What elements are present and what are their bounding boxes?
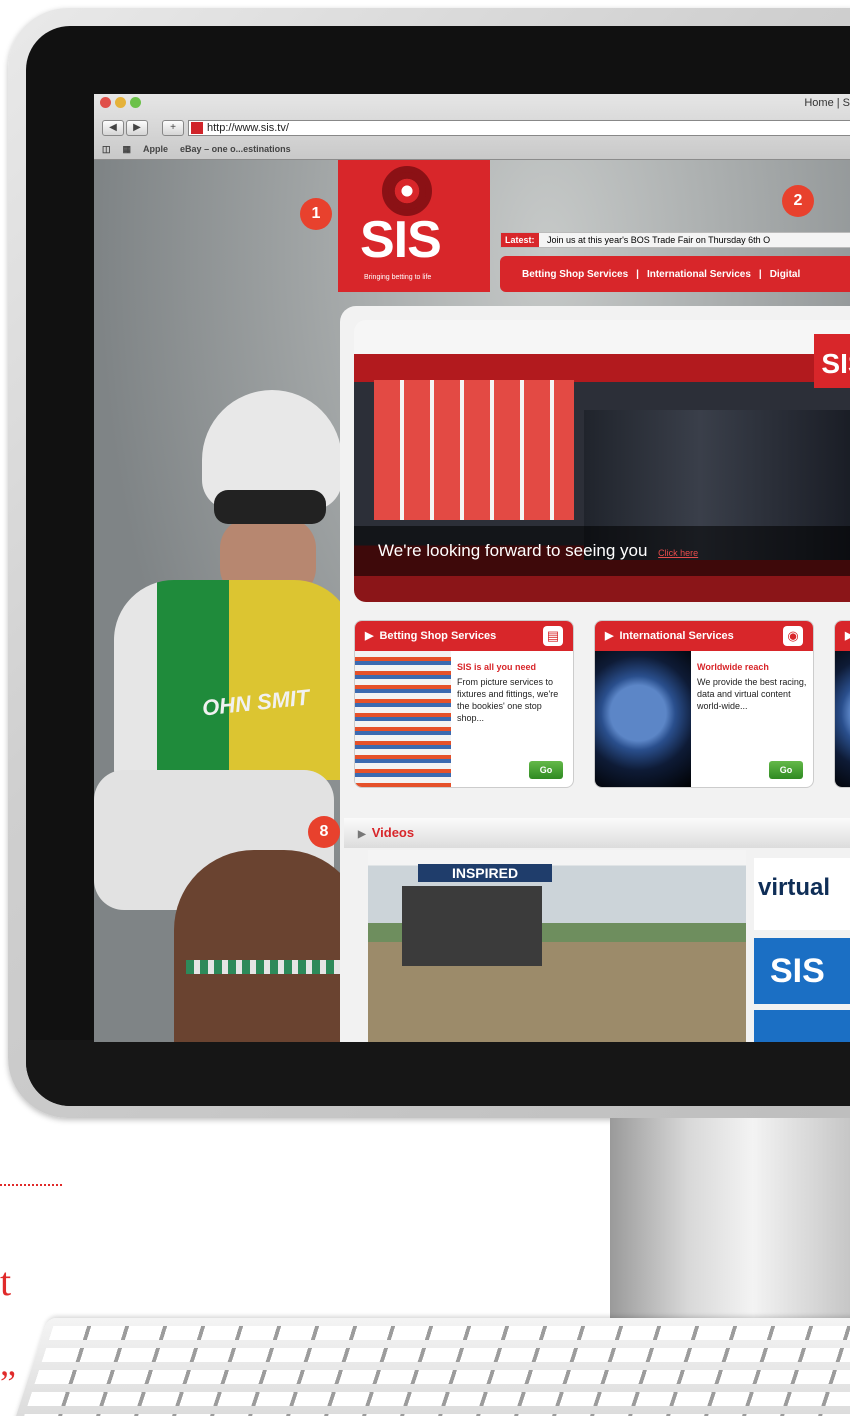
keyboard <box>12 1318 850 1416</box>
card-heading[interactable]: ▶ International Services <box>595 621 813 651</box>
card-text: SIS is all you need From picture service… <box>457 661 569 724</box>
card-image <box>835 651 850 787</box>
document-icon: ▤ <box>543 626 563 646</box>
card-title: Worldwide reach <box>697 662 769 672</box>
video-thumbnail[interactable] <box>754 1010 850 1042</box>
keyboard-keys <box>22 1326 850 1416</box>
monitor-stand <box>610 1118 850 1328</box>
favicon-icon <box>191 122 203 134</box>
nav-international-services[interactable]: International Services <box>639 269 759 280</box>
card-body: We provide the best racing, data and vir… <box>697 677 807 711</box>
card-title: SIS is all you need <box>457 662 537 672</box>
add-bookmark-icon[interactable]: + <box>162 120 184 136</box>
go-button[interactable]: Go <box>529 761 563 779</box>
jockey-goggles <box>214 490 326 524</box>
latest-label: Latest: <box>501 233 539 247</box>
logo-text: SIS <box>360 211 442 269</box>
arrow-right-icon: ▶ <box>365 630 374 642</box>
callout-marker-2: 2 <box>782 185 814 217</box>
hero-caption-text: We're looking forward to seeing you <box>378 541 648 560</box>
browser-chrome: Home | S ◀ ▶ + http://www.sis.tv/ ◫ ▦ Ap… <box>94 94 850 160</box>
close-window-button[interactable] <box>100 97 111 108</box>
back-icon[interactable]: ◀ <box>102 120 124 136</box>
monitor-screen: Home | S ◀ ▶ + http://www.sis.tv/ ◫ ▦ Ap… <box>94 94 850 1042</box>
card-international-services: ▶ International Services ◉ Worldwide reac… <box>594 620 814 788</box>
card-heading-text: Betting Shop Services <box>379 630 497 642</box>
url-text: http://www.sis.tv/ <box>207 122 289 134</box>
card-text: Worldwide reach We provide the best raci… <box>697 661 809 712</box>
window-controls <box>100 97 141 108</box>
logo-tagline: Bringing betting to life <box>364 274 432 281</box>
card-heading-text: International Services <box>619 630 734 642</box>
site-logo[interactable]: SIS Bringing betting to life <box>338 160 490 292</box>
main-navigation: Betting Shop Services | International Se… <box>500 256 850 292</box>
forward-icon[interactable]: ▶ <box>126 120 148 136</box>
callout-marker-1: 1 <box>300 198 332 230</box>
horse-bridle <box>186 960 356 974</box>
bookmark-ebay[interactable]: eBay – one o...estinations <box>180 144 291 155</box>
earth-image <box>595 651 691 787</box>
nav-digital[interactable]: Digital <box>762 269 809 280</box>
jockey-silks <box>114 580 354 780</box>
history-buttons: ◀ ▶ <box>102 120 148 136</box>
card-betting-shop-services: ▶ Betting Shop Services ▤ SIS is all you … <box>354 620 574 788</box>
globe-icon: ◉ <box>783 626 803 646</box>
video-banner: INSPIRED <box>418 864 552 882</box>
bookmarks-bar: ◫ ▦ Apple eBay – one o...estinations <box>102 144 291 155</box>
card-body: From picture services to fixtures and fi… <box>457 677 559 723</box>
page-fragment-quote: ” <box>0 1363 16 1403</box>
videos-header[interactable]: ▶ Videos <box>344 818 850 848</box>
stage: t ” Home | S ◀ ▶ + http://www.sis.tv/ ◫ … <box>0 0 850 1416</box>
minimize-window-button[interactable] <box>115 97 126 108</box>
video-player[interactable]: INSPIRED <box>368 850 746 1042</box>
dotted-rule <box>0 1184 62 1186</box>
callout-marker-8: 8 <box>308 816 340 848</box>
bookmark-apple[interactable]: Apple <box>143 144 168 155</box>
go-button[interactable]: Go <box>769 761 803 779</box>
horse-head <box>174 850 364 1042</box>
arrow-right-icon: ▶ <box>845 630 850 642</box>
hero-click-here-link[interactable]: Click here <box>658 548 698 558</box>
nav-betting-shop-services[interactable]: Betting Shop Services <box>514 269 636 280</box>
card-heading[interactable]: ▶ Betting Shop Services <box>355 621 573 651</box>
card-heading[interactable]: ▶ <box>835 621 850 651</box>
zoom-window-button[interactable] <box>130 97 141 108</box>
hero-caption: We're looking forward to seeing you Clic… <box>354 526 850 576</box>
latest-news-ticker[interactable]: Latest: Join us at this year's BOS Trade… <box>500 232 850 248</box>
starting-gates <box>402 886 542 966</box>
hero-logo: SIS <box>814 334 850 388</box>
arrow-right-icon: ▶ <box>605 630 614 642</box>
monitor-chin <box>26 1040 850 1106</box>
video-thumbnail-virtual[interactable]: virtual <box>754 858 850 930</box>
hero-display-screens <box>374 380 574 520</box>
top-sites-icon[interactable]: ▦ <box>123 144 132 155</box>
logo-swirl-icon <box>382 166 432 216</box>
jockey-background-image: OHN SMIT <box>94 390 364 1042</box>
card-third-partial: ▶ <box>834 620 850 788</box>
reading-list-icon[interactable]: ◫ <box>102 144 111 155</box>
video-thumbnail-sis[interactable]: SIS <box>754 938 850 1004</box>
betting-screens-image <box>355 651 451 787</box>
page-fragment-t: t <box>0 1259 12 1304</box>
address-bar[interactable]: http://www.sis.tv/ <box>188 120 850 136</box>
web-page: OHN SMIT SIS Bringing betting to life La… <box>94 160 850 1042</box>
arrow-right-icon: ▶ <box>358 829 366 840</box>
hero-banner[interactable]: SIS We're looking forward to seeing you … <box>354 320 850 602</box>
latest-text: Join us at this year's BOS Trade Fair on… <box>547 235 771 245</box>
videos-heading: Videos <box>371 825 415 840</box>
top-links[interactable]: Home | S <box>804 97 850 109</box>
